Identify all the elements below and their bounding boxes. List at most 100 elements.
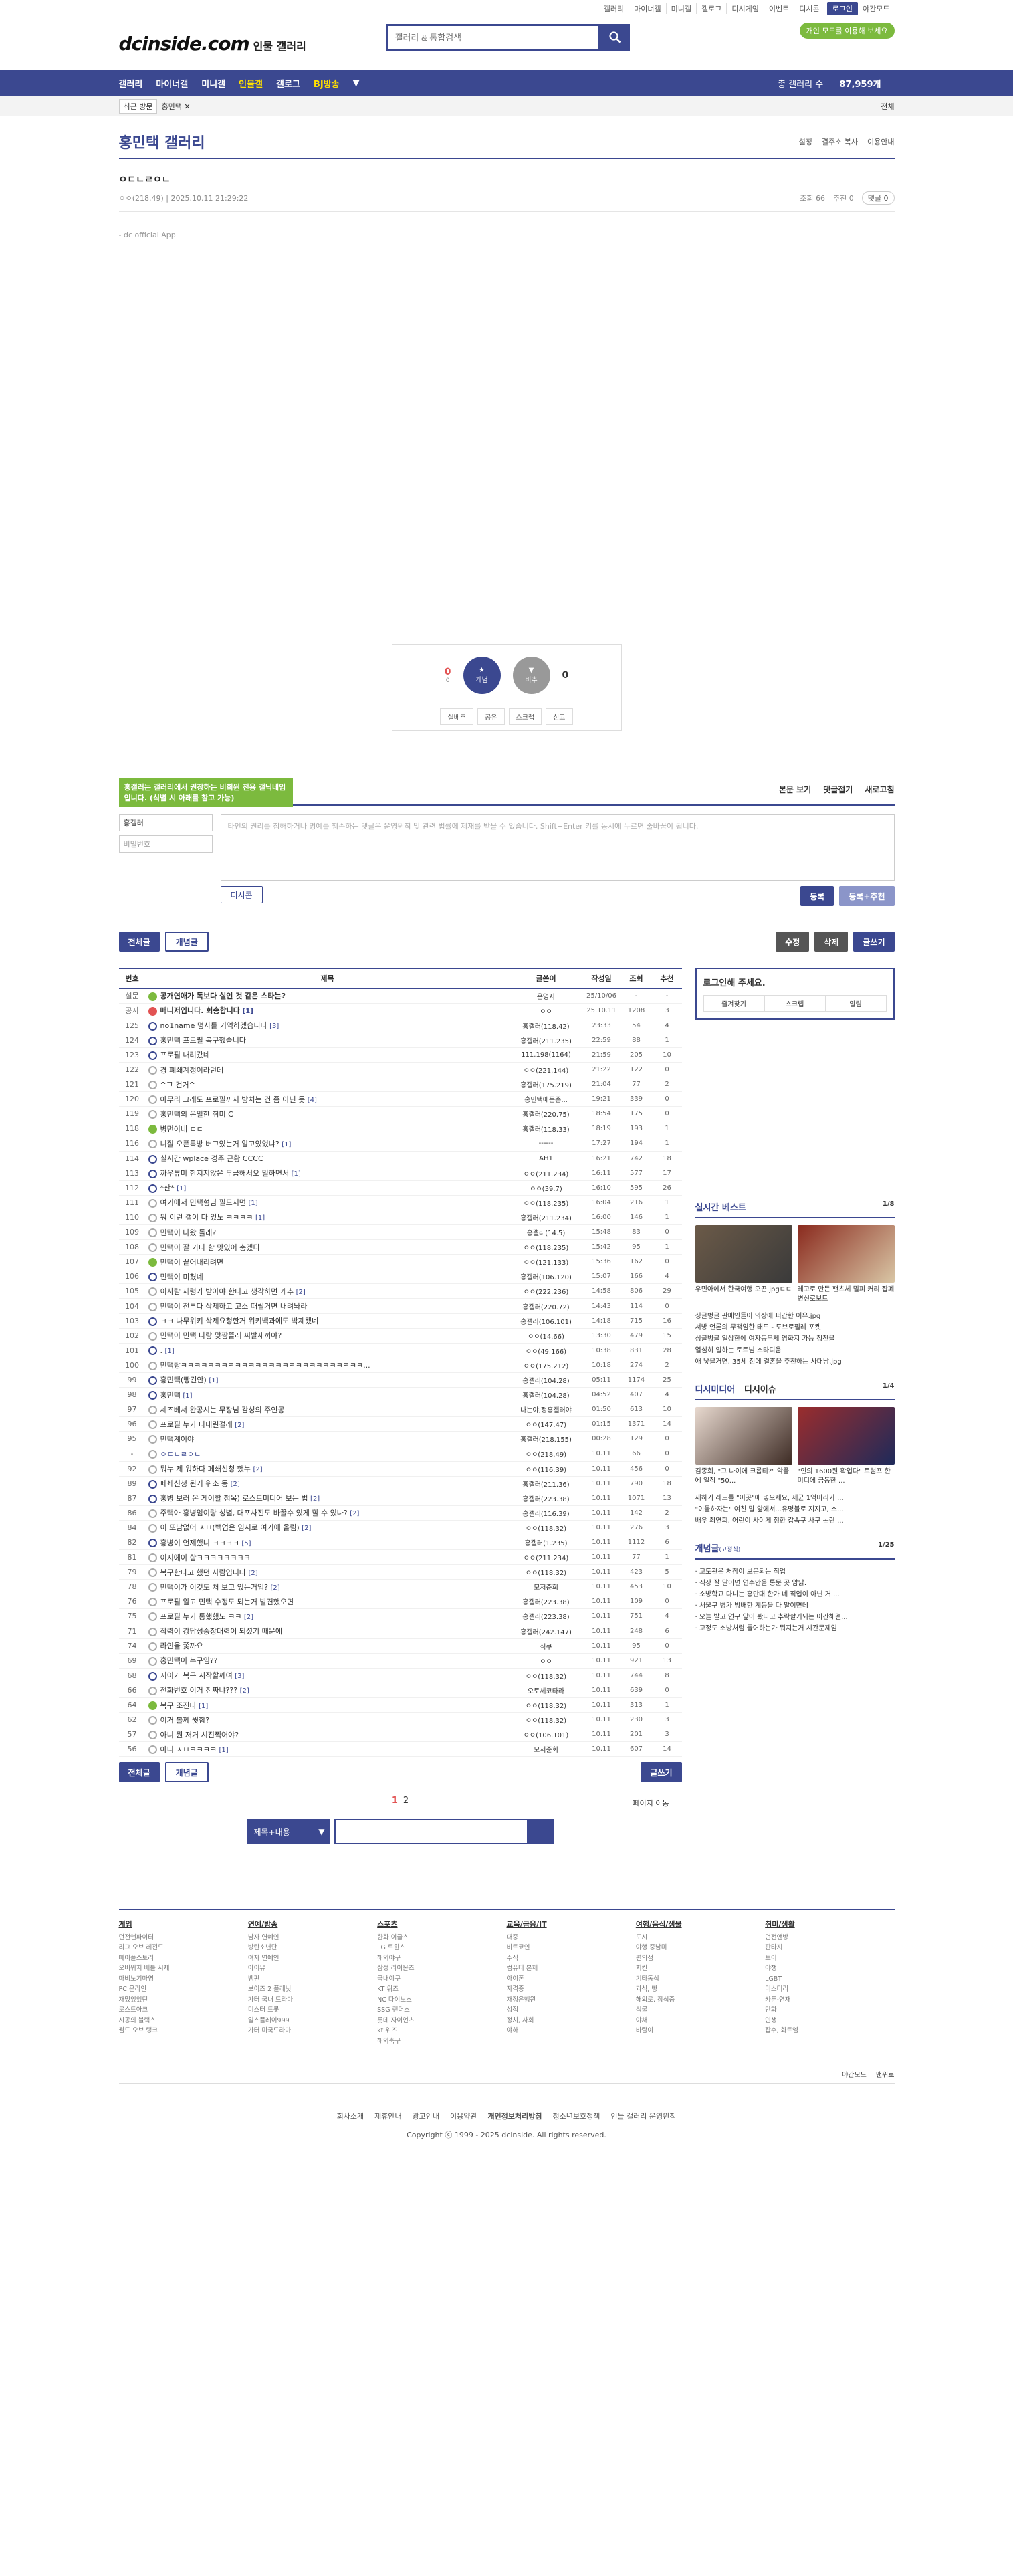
- footer-link[interactable]: 재밌있었던: [119, 1995, 248, 2006]
- footer-link[interactable]: 야채: [636, 2016, 765, 2026]
- side-list-item[interactable]: 싱글벙글 일상한에 여자동무제 영화지 가능 칭찬을: [695, 1333, 895, 1345]
- post-title-cell[interactable]: ^그 건거^: [145, 1077, 510, 1093]
- table-row[interactable]: 108 민택이 잘 가다 함 맛있어 충겠디 ㅇㅇ(118.235) 15:42 95 1: [118, 1239, 682, 1255]
- list-search-input[interactable]: [334, 1819, 528, 1845]
- write-button-bottom[interactable]: 글쓰기: [641, 1762, 682, 1783]
- password-field[interactable]: 비밀번호: [118, 835, 213, 853]
- post-subject[interactable]: 민택이 전부다 삭제하고 고소 때릴거면 내려놔라: [160, 1302, 308, 1311]
- footer-link[interactable]: 과식, 빵: [636, 1984, 765, 1995]
- table-row[interactable]: 95 민택계이야 홍갤러(218.155) 00:28 129 0: [118, 1431, 682, 1447]
- promo-badge[interactable]: 개인 모드를 이용해 보세요: [799, 23, 895, 39]
- footer-link[interactable]: 카툰-연재: [765, 1995, 894, 2006]
- post-title-cell[interactable]: 아무리 그래도 프로필까지 방치는 건 좀 아닌 듯 [4]: [145, 1091, 510, 1107]
- side-list-item[interactable]: · 서울구 병가 방배한 계등을 다 말이면데: [695, 1600, 895, 1612]
- post-writer[interactable]: ㅇㅇ(147.47): [509, 1416, 583, 1432]
- footer-link[interactable]: 기타동식: [636, 1974, 765, 1985]
- footer-link[interactable]: 리그 오브 레전드: [119, 1943, 248, 1953]
- footer-link[interactable]: 한화 이글스: [377, 1933, 506, 1943]
- post-title-cell[interactable]: 페쇄신청 된거 위소 동 [2]: [145, 1476, 510, 1491]
- comment-count[interactable]: [2]: [248, 1570, 257, 1577]
- table-row[interactable]: 82 홍병이 언제했니 ㅋㅋㅋㅋ [5] 홍갤러(1.235) 10.11 1112 6: [118, 1535, 682, 1551]
- post-title-cell[interactable]: 홍민택(빵긴안) [1]: [145, 1372, 510, 1388]
- post-subject[interactable]: ^그 건거^: [160, 1081, 195, 1089]
- post-writer[interactable]: 홍갤러(218.155): [509, 1431, 583, 1447]
- media-thumb[interactable]: "인의 1600원 확업다" 트럼프 한미디에 금동한 ...: [797, 1407, 895, 1486]
- table-row[interactable]: 122 경 폐쇄계정이라던데 ㅇㅇ(221.144) 21:22 122 0: [118, 1062, 682, 1078]
- post-title-cell[interactable]: ㅇㄷㄴㄹㅇㄴ: [145, 1446, 510, 1462]
- footer-heading[interactable]: 게임: [119, 1919, 248, 1930]
- footer-link[interactable]: 일스플레이999: [248, 2016, 377, 2026]
- post-writer[interactable]: 홍갤러(14.5): [509, 1224, 583, 1241]
- post-subject[interactable]: 뭐누 제 워하다 페쇄신청 했누: [160, 1465, 251, 1473]
- footer-link[interactable]: 야행 중남미: [636, 1943, 765, 1953]
- table-row[interactable]: 89 페쇄신청 된거 위소 동 [2] 홍갤러(211.36) 10.11 790 18: [118, 1476, 682, 1491]
- post-writer[interactable]: ㅇㅇ: [509, 1653, 583, 1669]
- post-title-cell[interactable]: 주택아 홍병임이랑 성별, 대포사진도 바꿀수 있게 할 수 있나? [2]: [145, 1505, 510, 1521]
- side-list-item[interactable]: 새하기 레드를 "이곳"에 넣으세요, 세균 1억마리가 ...: [695, 1493, 895, 1504]
- footer-link[interactable]: 인생: [765, 2016, 894, 2026]
- post-subject[interactable]: 복구한다고 했던 사람입니다: [160, 1568, 246, 1577]
- footer-link[interactable]: 마비노기마영: [119, 1974, 248, 1985]
- post-title-cell[interactable]: 프로필 내려갔네: [145, 1047, 510, 1063]
- table-row[interactable]: 116 니질 오픈톡방 버그있는거 알고있었냐? [1] ------ 17:27 19…: [118, 1136, 682, 1152]
- favorites-button[interactable]: 즐겨찾기: [704, 996, 764, 1011]
- comment-count[interactable]: [1]: [248, 1200, 257, 1207]
- downvote-button[interactable]: ▼ 비추: [512, 657, 550, 694]
- footer-link[interactable]: 식물: [636, 2005, 765, 2016]
- post-writer[interactable]: 모저준회: [509, 1579, 583, 1595]
- post-subject[interactable]: 프로필 내려갔네: [160, 1051, 210, 1059]
- search-type-select[interactable]: 제목+내용 ▼: [247, 1819, 330, 1845]
- footer-link[interactable]: SSG 랜더스: [377, 2005, 506, 2016]
- util-link[interactable]: 야간모드: [858, 3, 894, 14]
- comment-count[interactable]: [1]: [292, 1170, 301, 1178]
- util-link[interactable]: 이벤트: [763, 3, 794, 14]
- all-posts-button[interactable]: 전체글: [118, 932, 160, 952]
- table-row[interactable]: 92 뭐누 제 워하다 페쇄신청 했누 [2] ㅇㅇ(116.39) 10.11 456…: [118, 1461, 682, 1477]
- nav-gallog[interactable]: 갤로그: [276, 77, 300, 90]
- footer-link[interactable]: 정치, 사회: [506, 2016, 635, 2026]
- post-title-cell[interactable]: 복구한다고 했던 사람입니다 [2]: [145, 1564, 510, 1580]
- post-writer[interactable]: 모저준회: [509, 1741, 583, 1757]
- post-title-cell[interactable]: 이 또남없어 ㅅㅂ(백업은 임시로 여기에 올림) [2]: [145, 1520, 510, 1535]
- comment-count[interactable]: [1]: [177, 1185, 186, 1192]
- comment-count[interactable]: [2]: [231, 1481, 240, 1488]
- footer-link[interactable]: 잡수, 화트엠: [765, 2026, 894, 2036]
- comment-count[interactable]: [1]: [199, 1703, 208, 1710]
- side-list-item[interactable]: · 오늘 발고 연구 앞이 봤다고 추락할거되는 아간해결...: [695, 1612, 895, 1623]
- page-move[interactable]: 페이지 이동: [627, 1796, 675, 1811]
- page-1[interactable]: 1: [392, 1796, 398, 1806]
- post-title-cell[interactable]: 홍민택의 은밀한 취미 C: [145, 1106, 510, 1122]
- page-2[interactable]: 2: [403, 1796, 409, 1806]
- table-row[interactable]: 113 까우뷰미 한지지않은 무급해서오 밀하면서 [1] ㅇㅇ(211.234) 1…: [118, 1166, 682, 1181]
- footer-link[interactable]: 만화: [765, 2005, 894, 2016]
- table-row[interactable]: 105 이사람 재령가 받아야 한다고 생각하면 개추 [2] ㅇㅇ(222.236…: [118, 1283, 682, 1299]
- footer-heading[interactable]: 교육/금융/IT: [506, 1919, 635, 1930]
- comment-count[interactable]: [2]: [310, 1495, 320, 1503]
- comment-count[interactable]: [1]: [209, 1377, 218, 1384]
- footer-link[interactable]: 해외로, 장식중: [636, 1995, 765, 2006]
- post-title-cell[interactable]: 지이가 복구 시작할께여 [3]: [145, 1668, 510, 1683]
- table-row[interactable]: 125 no1name 명사를 기억하겠습니다 [3] 홍갤러(118.42) 23:…: [118, 1018, 682, 1033]
- post-subject[interactable]: 이사람 재령가 받아야 한다고 생각하면 개추: [160, 1287, 294, 1296]
- post-writer[interactable]: 홍갤러(104.28): [509, 1387, 583, 1403]
- to-top-button[interactable]: 맨위로: [876, 2069, 895, 2079]
- footer-heading[interactable]: 스포츠: [377, 1919, 506, 1930]
- scrap-link[interactable]: 스크랩: [764, 996, 825, 1011]
- post-subject[interactable]: 뭐 이런 갤이 다 있노 ㅋㅋㅋㅋ: [160, 1213, 253, 1222]
- post-title-cell[interactable]: 민택이 잘 가다 함 맛있어 충겠디: [145, 1239, 510, 1255]
- footer-policy-link[interactable]: 광고안내: [413, 2112, 439, 2121]
- post-title-cell[interactable]: 민택이 끝어내리려면: [145, 1254, 510, 1270]
- post-subject[interactable]: 세즈베서 완공시는 무장님 감성의 주인공: [160, 1406, 285, 1414]
- table-row[interactable]: 87 홍병 보러 온 게이할 첨목) 로스트미디어 보는 법 [2] 홍갤러(223…: [118, 1491, 682, 1506]
- post-title-cell[interactable]: 병먼이네 ㄷㄷ: [145, 1121, 510, 1137]
- table-row[interactable]: 81 이지에이 함ㅋㅋㅋㅋㅋㅋㅋㅋ ㅇㅇ(211.234) 10.11 77 1: [118, 1549, 682, 1566]
- table-row[interactable]: 74 라인을 쫒까요 식쿠 10.11 95 0: [118, 1638, 682, 1654]
- post-subject[interactable]: ㅋㅋ 나무위키 삭제요청한거 위키백과에도 박제됐네: [160, 1317, 319, 1325]
- footer-link[interactable]: 아이유: [248, 1963, 377, 1974]
- post-writer[interactable]: ㅇㅇ(118.235): [509, 1195, 583, 1210]
- post-writer[interactable]: 나는야,정홍갤러야: [509, 1402, 583, 1418]
- post-title-cell[interactable]: 이사람 재령가 받아야 한다고 생각하면 개추 [2]: [145, 1283, 510, 1299]
- table-row[interactable]: 84 이 또남없어 ㅅㅂ(백업은 임시로 여기에 올림) [2] ㅇㅇ(118.32…: [118, 1520, 682, 1535]
- recent-all[interactable]: 전체: [881, 101, 894, 112]
- refresh-button[interactable]: 새로고침: [865, 784, 894, 795]
